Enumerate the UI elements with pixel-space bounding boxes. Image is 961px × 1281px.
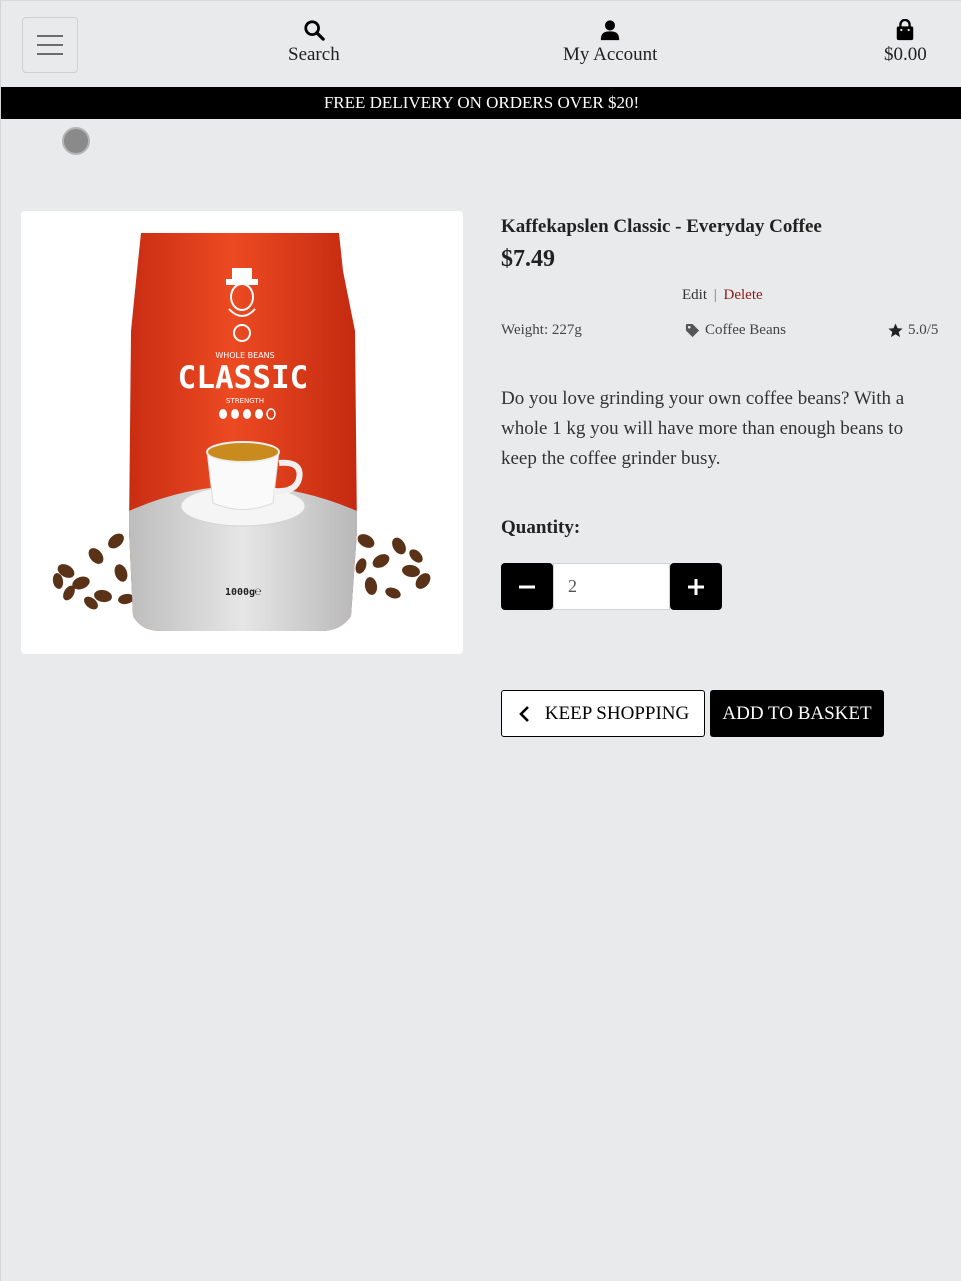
- bag-weight-text: 1000g℮: [225, 587, 262, 598]
- menu-bar-icon: [37, 35, 63, 37]
- decrease-quantity-button[interactable]: [501, 563, 553, 610]
- my-account-label: My Account: [563, 44, 658, 65]
- product-description: Do you love grinding your own coffee bea…: [501, 388, 905, 469]
- basket-total: $0.00: [884, 44, 927, 65]
- coffee-bag-illustration: WHOLE BEANS CLASSIC STRENGTH 1000g℮: [52, 233, 431, 631]
- minus-icon: [519, 585, 535, 588]
- rating-text: 5.0/5: [908, 322, 939, 338]
- chevron-left-icon: [518, 705, 529, 722]
- product-category[interactable]: Coffee Beans: [685, 322, 786, 339]
- menu-bar-icon: [37, 44, 63, 46]
- delete-link[interactable]: Delete: [724, 287, 763, 303]
- menu-bar-icon: [37, 53, 63, 55]
- category-text: Coffee Beans: [705, 322, 786, 338]
- search-label: Search: [288, 44, 340, 65]
- top-bar: Search My Account $0.00: [1, 0, 961, 87]
- weight-text: Weight: 227g: [501, 322, 582, 338]
- bag-small-text: WHOLE BEANS: [215, 351, 274, 360]
- quantity-input[interactable]: 2: [553, 563, 670, 610]
- star-icon: [888, 323, 903, 338]
- shopping-bag-icon: [897, 19, 914, 41]
- quantity-label: Quantity:: [501, 517, 581, 538]
- status-dot: [62, 127, 90, 155]
- search-icon: [304, 20, 325, 41]
- product-title: Kaffekapslen Classic - Everyday Coffee: [501, 216, 822, 237]
- bag-title-text: CLASSIC: [178, 360, 309, 396]
- product-price: $7.49: [501, 246, 555, 272]
- link-separator: |: [713, 287, 717, 303]
- edit-link[interactable]: Edit: [682, 287, 707, 303]
- product-weight: Weight: 227g: [501, 322, 582, 339]
- increase-quantity-button[interactable]: [670, 563, 722, 610]
- product-rating: 5.0/5: [888, 322, 938, 339]
- admin-links: Edit | Delete: [682, 287, 763, 304]
- user-icon: [601, 20, 620, 41]
- add-to-basket-button[interactable]: ADD TO BASKET: [710, 690, 884, 737]
- product-image: WHOLE BEANS CLASSIC STRENGTH 1000g℮: [21, 211, 463, 654]
- keep-shopping-label: KEEP SHOPPING: [544, 702, 690, 724]
- basket-nav-link[interactable]: $0.00: [884, 19, 927, 66]
- tag-icon: [685, 323, 700, 338]
- keep-shopping-button[interactable]: KEEP SHOPPING: [501, 690, 705, 737]
- free-delivery-banner: FREE DELIVERY ON ORDERS OVER $20!: [1, 87, 961, 119]
- my-account-nav-link[interactable]: My Account: [563, 19, 657, 66]
- plus-icon: [688, 578, 704, 595]
- bag-subtitle-text: STRENGTH: [226, 397, 264, 405]
- search-nav-link[interactable]: Search: [288, 19, 340, 66]
- hamburger-menu-button[interactable]: [22, 17, 78, 73]
- quantity-stepper: 2: [501, 563, 722, 610]
